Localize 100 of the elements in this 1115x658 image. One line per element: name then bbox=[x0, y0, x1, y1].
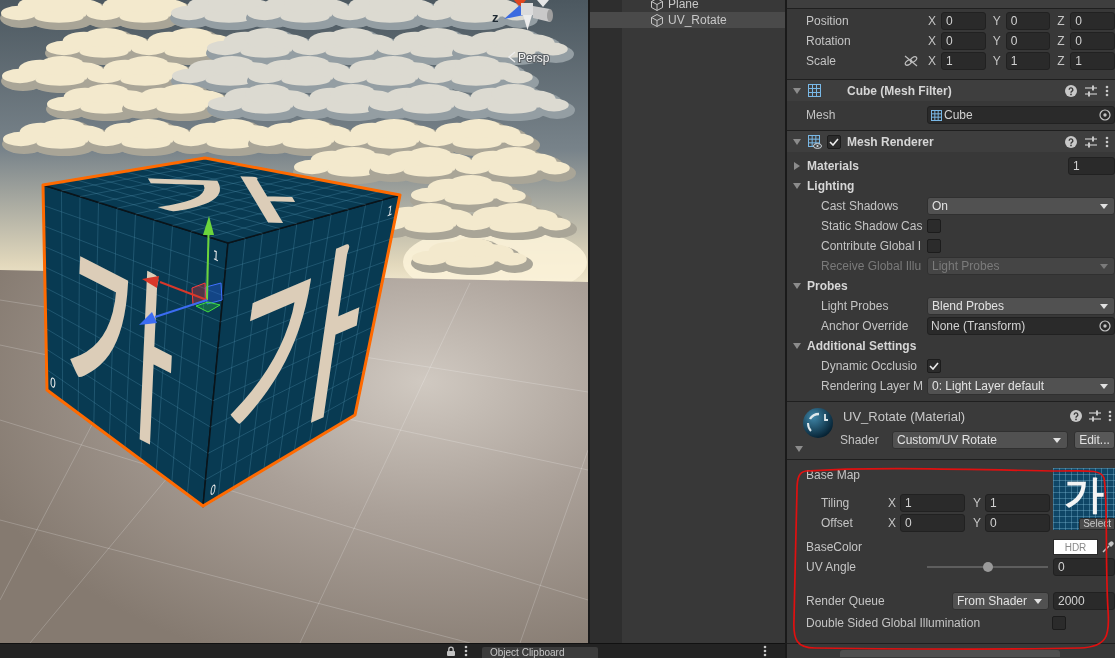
help-icon[interactable] bbox=[1065, 84, 1077, 97]
field-label: UV Angle bbox=[806, 560, 857, 574]
field-label: Static Shadow Cas bbox=[821, 219, 923, 233]
axis-label: Z bbox=[1056, 14, 1066, 28]
sliders-icon[interactable] bbox=[1089, 410, 1101, 422]
kebab-menu-icon[interactable] bbox=[763, 645, 767, 657]
caret-icon bbox=[1100, 383, 1108, 389]
dropdown[interactable]: Blend Probes bbox=[927, 297, 1115, 315]
checkbox[interactable] bbox=[927, 239, 941, 253]
checkbox[interactable] bbox=[927, 359, 941, 373]
help-icon[interactable] bbox=[1070, 410, 1082, 422]
number-field[interactable]: 0 bbox=[941, 12, 986, 30]
foldout-arrow-icon[interactable] bbox=[795, 445, 803, 453]
number-field[interactable]: 0 bbox=[900, 514, 965, 532]
cube-icon bbox=[651, 0, 663, 11]
axis-label: X bbox=[887, 496, 897, 510]
foldout-arrow-icon[interactable] bbox=[793, 342, 801, 350]
foldout-arrow-icon[interactable] bbox=[793, 137, 801, 146]
component-header[interactable]: Mesh Renderer bbox=[787, 131, 1115, 152]
field-label: Anchor Override bbox=[821, 319, 909, 333]
foldout-arrow-icon[interactable] bbox=[793, 182, 801, 190]
checkmark-icon bbox=[829, 137, 839, 146]
grid-icon bbox=[808, 84, 821, 97]
number-field[interactable]: 0 bbox=[1005, 12, 1051, 30]
field-label: BaseColor bbox=[806, 540, 863, 554]
number-field[interactable]: 0 bbox=[1070, 32, 1115, 50]
field-label: Rotation bbox=[806, 34, 851, 48]
field-label: Scale bbox=[806, 54, 837, 68]
axis-label: Y bbox=[991, 54, 1002, 68]
edit-button[interactable]: Edit... bbox=[1074, 431, 1115, 449]
caret-icon bbox=[1034, 598, 1042, 604]
sliders-icon[interactable] bbox=[1085, 84, 1097, 97]
dropdown[interactable]: From Shader bbox=[952, 592, 1049, 610]
checkbox[interactable] bbox=[827, 134, 841, 149]
axis-label: Y bbox=[991, 34, 1002, 48]
field-label: Render Queue bbox=[806, 594, 885, 608]
field-label: Receive Global Illu bbox=[821, 259, 922, 273]
panel-tab[interactable]: Object Clipboard bbox=[482, 647, 598, 658]
slider-thumb[interactable] bbox=[982, 562, 993, 572]
number-field[interactable]: 1 bbox=[985, 494, 1050, 512]
target-icon[interactable] bbox=[1099, 109, 1111, 121]
sliders-icon[interactable] bbox=[1085, 135, 1097, 148]
field-label: Cast Shadows bbox=[821, 199, 899, 213]
dropdown[interactable]: Custom/UV Rotate bbox=[892, 431, 1068, 449]
uv-corner-label: 0 bbox=[49, 373, 57, 393]
number-field[interactable]: 1 bbox=[1005, 52, 1051, 70]
lock-icon[interactable] bbox=[447, 646, 455, 656]
help-icon[interactable] bbox=[1065, 135, 1077, 148]
material-title: UV_Rotate (Material) bbox=[842, 408, 966, 424]
number-field[interactable]: 2000 bbox=[1053, 592, 1115, 610]
grid-eye-icon bbox=[808, 134, 822, 149]
cube-icon bbox=[651, 13, 663, 27]
object-field[interactable]: None (Transform) bbox=[927, 317, 1115, 335]
component-header[interactable]: Cube (Mesh Filter) bbox=[787, 80, 1115, 101]
checkmark-icon bbox=[929, 362, 939, 370]
checkbox[interactable] bbox=[927, 219, 941, 233]
number-field[interactable]: 0 bbox=[1070, 12, 1115, 30]
number-field[interactable]: 1 bbox=[941, 52, 986, 70]
foldout-label[interactable]: Materials bbox=[807, 159, 860, 173]
field-label: Rendering Layer M bbox=[821, 379, 924, 393]
foldout-label[interactable]: Lighting bbox=[807, 179, 855, 193]
foldout-label[interactable]: Additional Settings bbox=[807, 339, 917, 353]
number-field[interactable]: 0 bbox=[1005, 32, 1051, 50]
chain-link-slash-icon[interactable] bbox=[904, 55, 918, 67]
axis-label: Y bbox=[972, 516, 982, 530]
object-field[interactable]: Cube bbox=[927, 106, 1115, 124]
foldout-arrow-icon[interactable] bbox=[793, 162, 801, 170]
hierarchy-item[interactable]: Plane bbox=[590, 0, 785, 12]
field-label: Mesh bbox=[806, 108, 836, 122]
kebab-menu-icon[interactable] bbox=[1105, 84, 1109, 97]
uv-corner-label: 0 bbox=[209, 480, 217, 500]
kebab-menu-icon[interactable] bbox=[1108, 410, 1112, 422]
axis-label: X bbox=[927, 34, 937, 48]
field-label: Double Sided Global Illumination bbox=[806, 616, 981, 630]
uv-corner-label: 1 bbox=[212, 246, 220, 266]
number-field[interactable]: 0 bbox=[941, 32, 986, 50]
dropdown[interactable]: On bbox=[927, 197, 1115, 215]
axis-label: Y bbox=[991, 14, 1002, 28]
kebab-menu-icon[interactable] bbox=[1105, 135, 1109, 148]
foldout-arrow-icon[interactable] bbox=[793, 86, 801, 95]
kebab-menu-icon[interactable] bbox=[464, 645, 468, 657]
axis-label: z bbox=[492, 10, 499, 25]
field-label: Light Probes bbox=[821, 299, 889, 313]
number-field[interactable]: 1 bbox=[900, 494, 965, 512]
number-field[interactable]: 1 bbox=[1070, 52, 1115, 70]
number-field[interactable]: 1 bbox=[1068, 157, 1115, 175]
foldout-arrow-icon[interactable] bbox=[793, 282, 801, 290]
field-label: Offset bbox=[821, 516, 853, 530]
hierarchy-item[interactable]: UV_Rotate bbox=[590, 12, 785, 28]
number-field[interactable]: 0 bbox=[985, 514, 1050, 532]
number-field[interactable]: 0 bbox=[1053, 558, 1115, 576]
orientation-gizmo[interactable] bbox=[504, 0, 553, 30]
field-label: Position bbox=[806, 14, 849, 28]
foldout-label[interactable]: Probes bbox=[807, 279, 848, 293]
caret-icon bbox=[1053, 437, 1061, 443]
eyedropper-icon[interactable] bbox=[1102, 541, 1114, 553]
caret-icon bbox=[1100, 303, 1108, 309]
dropdown[interactable]: 0: Light Layer default bbox=[927, 377, 1115, 395]
checkbox[interactable] bbox=[1052, 616, 1066, 630]
target-icon[interactable] bbox=[1099, 320, 1111, 332]
